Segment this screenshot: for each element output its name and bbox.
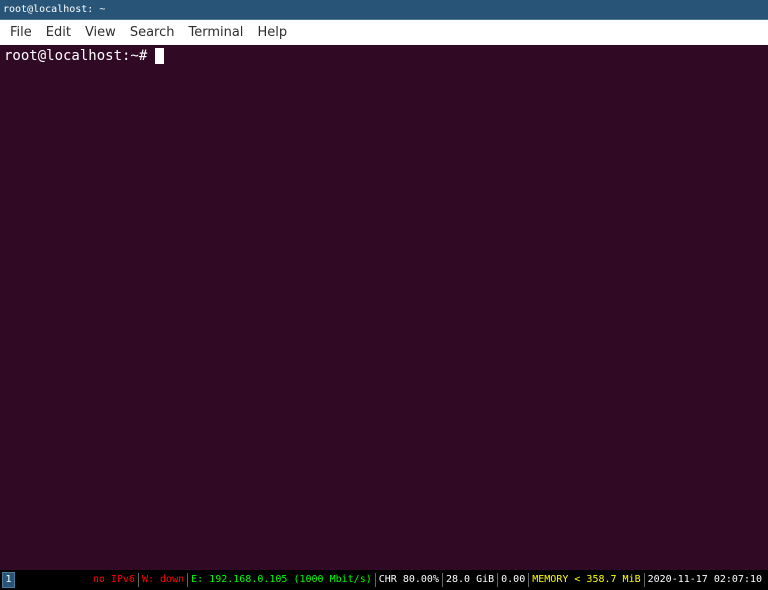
menu-search[interactable]: Search bbox=[123, 20, 182, 45]
status-battery: CHR 80.00% bbox=[378, 574, 439, 585]
status-separator bbox=[497, 573, 499, 587]
status-separator bbox=[187, 573, 189, 587]
shell-prompt: root@localhost:~# bbox=[4, 48, 148, 64]
status-separator bbox=[528, 573, 530, 587]
status-load: 0.00 bbox=[501, 574, 526, 585]
window-title: root@localhost: ~ bbox=[3, 4, 106, 15]
status-separator bbox=[441, 573, 443, 587]
status-separator bbox=[643, 573, 645, 587]
i3-statusbar: 1 no IPv6 W: down E: 192.168.0.105 (1000… bbox=[0, 570, 768, 590]
menu-edit[interactable]: Edit bbox=[39, 20, 78, 45]
desktop: root@localhost: ~ File Edit View Search … bbox=[0, 0, 768, 590]
terminal-area[interactable]: root@localhost:~# bbox=[0, 45, 768, 570]
status-ethernet: E: 192.168.0.105 (1000 Mbit/s) bbox=[191, 574, 372, 585]
status-separator bbox=[374, 573, 376, 587]
status-memory: MEMORY < 358.7 MiB bbox=[532, 574, 641, 585]
menu-view[interactable]: View bbox=[78, 20, 123, 45]
menu-terminal[interactable]: Terminal bbox=[181, 20, 250, 45]
text-cursor bbox=[155, 48, 165, 64]
menubar: File Edit View Search Terminal Help bbox=[0, 20, 768, 45]
status-blocks: no IPv6 W: down E: 192.168.0.105 (1000 M… bbox=[93, 570, 762, 590]
status-disk: 28.0 GiB bbox=[445, 574, 495, 585]
window-titlebar[interactable]: root@localhost: ~ bbox=[0, 0, 768, 20]
status-separator bbox=[137, 573, 139, 587]
menu-file[interactable]: File bbox=[3, 20, 39, 45]
status-wireless: W: down bbox=[141, 574, 185, 585]
workspace-button-1[interactable]: 1 bbox=[2, 572, 15, 588]
status-datetime: 2020-11-17 02:07:10 bbox=[647, 574, 762, 585]
status-ipv6: no IPv6 bbox=[92, 574, 135, 585]
menu-help[interactable]: Help bbox=[250, 20, 294, 45]
prompt-line: root@localhost:~# bbox=[4, 47, 764, 65]
